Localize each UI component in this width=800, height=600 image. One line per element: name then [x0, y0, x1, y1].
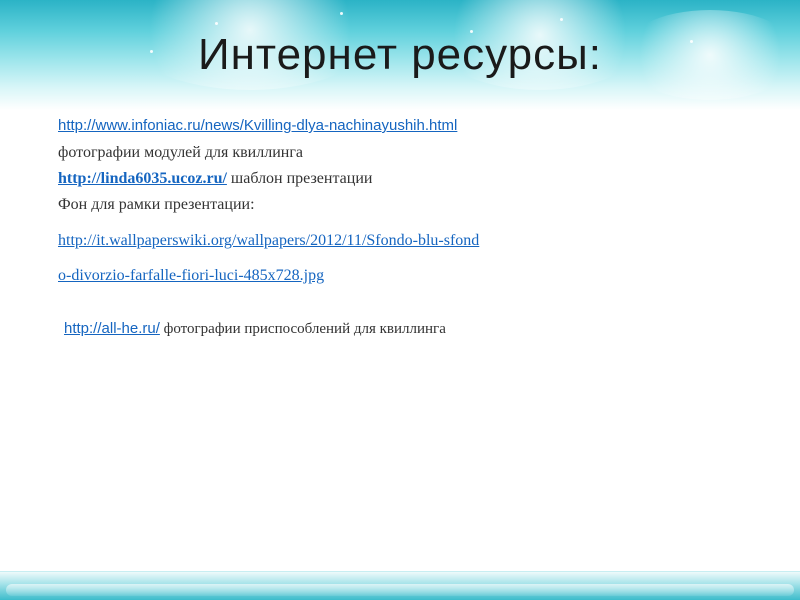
- resource-line: http://all-he.ru/ фотографии приспособле…: [64, 320, 446, 338]
- resource-description: фотографии приспособлений для квиллинга: [159, 321, 446, 337]
- resource-line: http://www.infoniac.ru/news/Kvilling-dly…: [58, 117, 457, 134]
- resource-line: http://it.wallpaperswiki.org/wallpapers/…: [58, 232, 479, 250]
- resource-link[interactable]: o-divorzio-farfalle-fiori-luci-485x728.j…: [58, 267, 324, 284]
- resource-link[interactable]: http://all-he.ru/: [64, 320, 160, 337]
- resource-line: o-divorzio-farfalle-fiori-luci-485x728.j…: [58, 267, 324, 285]
- resource-description: Фон для рамки презентации:: [58, 196, 255, 213]
- footer-highlight: [6, 584, 794, 596]
- sparkle: [560, 18, 563, 21]
- resource-description: шаблон презентации: [226, 170, 373, 187]
- sparkle: [340, 12, 343, 15]
- resource-line: http://linda6035.ucoz.ru/ шаблон презент…: [58, 170, 372, 188]
- resource-description: фотографии модулей для квиллинга: [58, 144, 303, 161]
- resource-link[interactable]: http://www.infoniac.ru/news/Kvilling-dly…: [58, 117, 457, 134]
- sparkle: [215, 22, 218, 25]
- footer-bar: [0, 571, 800, 600]
- resource-link[interactable]: http://linda6035.ucoz.ru/: [58, 170, 227, 187]
- slide-title: Интернет ресурсы:: [198, 30, 602, 79]
- resource-link[interactable]: http://it.wallpaperswiki.org/wallpapers/…: [58, 232, 479, 249]
